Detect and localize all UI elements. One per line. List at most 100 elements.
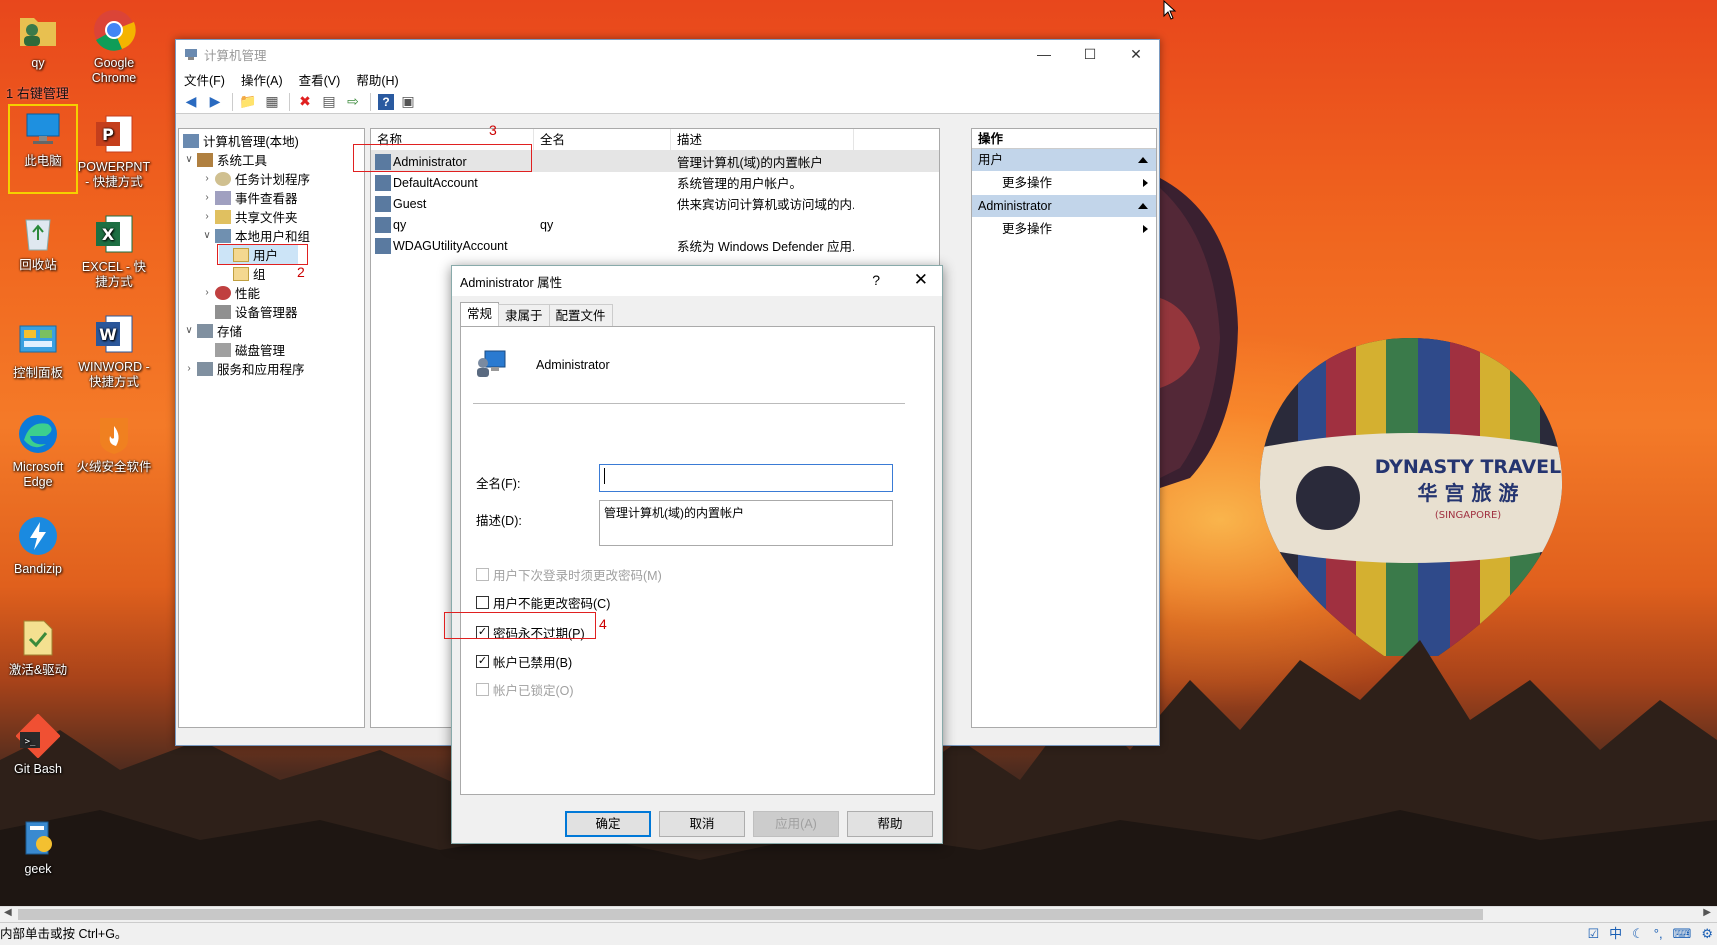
forward-arrow-icon[interactable]: ▶	[204, 92, 226, 112]
menu-view[interactable]: 查看(V)	[299, 70, 341, 89]
expand-icon[interactable]: ›	[201, 173, 213, 184]
system-tray: ☑ 中 ☾ °, ⌨ ⚙	[1577, 923, 1713, 945]
disk-icon	[215, 342, 231, 357]
desktop-icon-word[interactable]: W WINWORD - 快捷方式	[76, 312, 152, 390]
desktop-icon-huorong[interactable]: 火绒安全软件	[72, 412, 156, 475]
svg-text:W: W	[99, 325, 117, 344]
moon-icon[interactable]: ☾	[1632, 923, 1644, 945]
more-actions-administrator[interactable]: 更多操作	[972, 217, 1156, 241]
expand-icon[interactable]: ›	[183, 363, 195, 374]
list-item-defaultaccount[interactable]: DefaultAccount 系统管理的用户帐户。	[371, 172, 939, 193]
desktop-icon-this-pc[interactable]: 此电脑	[8, 104, 78, 194]
desktop-icon-chrome[interactable]: Google Chrome	[76, 8, 152, 86]
tree-root[interactable]: 计算机管理(本地)	[181, 131, 299, 150]
expand-icon[interactable]: ›	[201, 192, 213, 203]
list-item-qy[interactable]: qy qy	[371, 214, 939, 235]
back-arrow-icon[interactable]: ◀	[180, 92, 202, 112]
column-description[interactable]: 描述	[671, 129, 854, 150]
scroll-right-icon[interactable]: ▶	[1703, 907, 1711, 918]
toolbar: ◀ ▶ 📁 ▦ ✖ ▤ ⇨ ? ▣	[176, 90, 1159, 114]
dialog-help-button[interactable]: ?	[872, 272, 880, 288]
desktop-icon-activation[interactable]: 激活&驱动	[0, 615, 76, 678]
action-pane-icon[interactable]: ▣	[397, 92, 419, 112]
horizontal-scrollbar[interactable]: ◀ ▶	[0, 906, 1717, 922]
tree-task-scheduler[interactable]: › 任务计划程序	[201, 169, 310, 188]
tab-general[interactable]: 常规	[460, 302, 500, 326]
maximize-button[interactable]: ☐	[1067, 40, 1113, 68]
menu-action[interactable]: 操作(A)	[241, 70, 283, 89]
desktop-icon-bandizip[interactable]: Bandizip	[0, 514, 76, 577]
tree-device-manager[interactable]: 设备管理器	[201, 302, 298, 321]
desktop-icon-qy[interactable]: qy	[0, 8, 76, 71]
desktop-icon-edge[interactable]: Microsoft Edge	[0, 412, 76, 490]
user-account-icon	[477, 350, 506, 377]
cancel-button[interactable]: 取消	[659, 811, 745, 837]
desktop-icon-excel[interactable]: X EXCEL - 快捷方式	[76, 212, 152, 290]
dialog-titlebar[interactable]: Administrator 属性 ? ✕	[452, 266, 942, 296]
column-fullname[interactable]: 全名	[534, 129, 671, 150]
ok-button[interactable]: 确定	[565, 811, 651, 837]
expand-icon[interactable]: ›	[201, 211, 213, 222]
tree-disk-management[interactable]: 磁盘管理	[201, 340, 285, 359]
list-item-guest[interactable]: Guest 供来宾访问计算机或访问域的内...	[371, 193, 939, 214]
actions-section-users[interactable]: 用户	[972, 149, 1156, 171]
desktop-icon-label: POWERPNT - 快捷方式	[77, 160, 151, 189]
account-disabled-checkbox[interactable]: ✓ 帐户已禁用(B)	[476, 652, 572, 671]
ime-indicator[interactable]: 中	[1609, 923, 1622, 945]
shared-folder-icon	[215, 209, 231, 224]
settings-gear-icon[interactable]: ⚙	[1701, 923, 1713, 945]
collapse-icon[interactable]: ∨	[201, 230, 213, 241]
desktop-icon-label: WINWORD - 快捷方式	[78, 360, 150, 389]
tree-groups[interactable]: 组	[219, 264, 266, 283]
export-list-icon[interactable]: ⇨	[342, 92, 364, 112]
scrollbar-thumb[interactable]	[18, 909, 1483, 920]
keyboard-icon[interactable]: ⌨	[1673, 923, 1692, 945]
more-actions-users[interactable]: 更多操作	[972, 171, 1156, 195]
dialog-close-button[interactable]: ✕	[914, 270, 928, 290]
menu-help[interactable]: 帮助(H)	[356, 70, 398, 89]
collapse-icon[interactable]: ∨	[183, 325, 195, 336]
collapse-icon[interactable]: ∨	[183, 154, 195, 165]
desktop-icon-git-bash[interactable]: >_ Git Bash	[0, 713, 76, 777]
minimize-button[interactable]: —	[1021, 40, 1067, 68]
balloon-text-chinese: 华 宫 旅 游	[1418, 481, 1519, 505]
show-hide-tree-icon[interactable]: ▦	[261, 92, 283, 112]
tree-event-viewer[interactable]: › 事件查看器	[201, 188, 298, 207]
tree-system-tools[interactable]: ∨ 系统工具	[183, 150, 267, 169]
desktop-icon-label: Google Chrome	[91, 56, 137, 85]
up-folder-icon[interactable]: 📁	[237, 92, 259, 112]
annotation-box-users	[217, 244, 308, 265]
properties-icon[interactable]: ▤	[318, 92, 340, 112]
tab-member-of[interactable]: 隶属于	[498, 304, 550, 326]
cannot-change-password-checkbox[interactable]: 用户不能更改密码(C)	[476, 593, 610, 612]
list-item-wdagutilityaccount[interactable]: WDAGUtilityAccount 系统为 Windows Defender …	[371, 235, 939, 256]
tab-profile[interactable]: 配置文件	[548, 304, 613, 326]
help-button[interactable]: 帮助	[847, 811, 933, 837]
tree-storage[interactable]: ∨ 存储	[183, 321, 242, 340]
desktop-icon-geek[interactable]: geek	[0, 814, 76, 877]
desktop-icon-label: 激活&驱动	[8, 663, 68, 677]
account-locked-checkbox[interactable]: 帐户已锁定(O)	[476, 680, 574, 699]
punctuation-icon[interactable]: °,	[1654, 923, 1663, 945]
apply-button[interactable]: 应用(A)	[753, 811, 839, 837]
services-icon	[197, 361, 213, 376]
desktop-icon-powerpoint[interactable]: P POWERPNT - 快捷方式	[76, 112, 152, 190]
tree-performance[interactable]: › 性能	[201, 283, 260, 302]
menu-file[interactable]: 文件(F)	[184, 70, 225, 89]
window-titlebar[interactable]: 计算机管理 — ☐ ✕	[176, 40, 1159, 68]
tree-local-users-groups[interactable]: ∨ 本地用户和组	[201, 226, 310, 245]
close-button[interactable]: ✕	[1113, 40, 1159, 68]
desktop-icon-recycle-bin[interactable]: 回收站	[0, 210, 76, 273]
scroll-left-icon[interactable]: ◀	[4, 907, 12, 918]
help-icon[interactable]: ?	[378, 93, 394, 110]
expand-icon[interactable]: ›	[201, 287, 213, 298]
desktop-icon-control-panel[interactable]: 控制面板	[0, 318, 76, 381]
tree-shared-folders[interactable]: › 共享文件夹	[201, 207, 298, 226]
tree-services-apps[interactable]: › 服务和应用程序	[183, 359, 305, 378]
fullname-input[interactable]	[599, 464, 893, 492]
checkbox-tray-icon[interactable]: ☑	[1587, 923, 1599, 945]
must-change-password-checkbox[interactable]: 用户下次登录时须更改密码(M)	[476, 565, 662, 584]
description-input[interactable]: 管理计算机(域)的内置帐户	[599, 500, 893, 546]
actions-section-administrator[interactable]: Administrator	[972, 195, 1156, 217]
delete-icon[interactable]: ✖	[294, 92, 316, 112]
